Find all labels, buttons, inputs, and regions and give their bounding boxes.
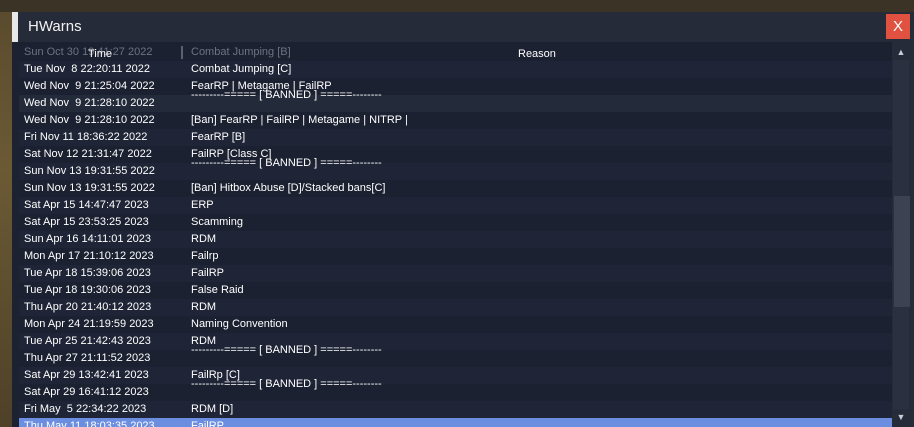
row-time: Wed Nov 9 21:25:04 2022 — [24, 80, 155, 92]
vertical-scrollbar[interactable]: ▲ ▼ — [892, 42, 914, 427]
row-time: Tue Nov 8 22:20:11 2022 — [24, 63, 150, 75]
table-row[interactable]: Wed Nov 9 21:25:04 2022 FearRP | Metagame… — [19, 78, 892, 95]
table-row[interactable]: Sat Apr 15 23:53:25 2023 Scamming — [19, 214, 892, 231]
row-reason: Failrp — [191, 250, 219, 262]
row-reason: [Ban] Hitbox Abuse [D]/Stacked bans[C] — [191, 182, 386, 194]
row-reason: False Raid — [191, 284, 244, 296]
row-time: Sat Apr 29 16:41:12 2023 — [24, 386, 149, 398]
table-row[interactable]: Sat Apr 29 16:41:12 2023 ---------===== [… — [19, 378, 892, 401]
table-row[interactable]: Sat Apr 15 14:47:47 2023 ERP — [19, 197, 892, 214]
column-header-time[interactable]: Time — [88, 48, 112, 60]
row-time: Tue Apr 18 15:39:06 2023 — [24, 267, 151, 279]
table-row[interactable]: Tue Apr 18 19:30:06 2023 False Raid — [19, 282, 892, 299]
row-reason: RDM [D] — [191, 403, 234, 415]
row-time: Sun Apr 16 14:11:01 2023 — [24, 233, 152, 245]
game-background — [0, 0, 914, 12]
table-row[interactable]: Tue Apr 18 15:39:06 2023 FailRP — [19, 265, 892, 282]
table-row[interactable]: Thu Apr 27 21:11:52 2023 ---------===== [… — [19, 344, 892, 367]
close-button[interactable]: X — [886, 14, 910, 39]
table-row[interactable]: Mon Apr 24 21:19:59 2023 Naming Conventio… — [19, 316, 892, 333]
title-accent — [12, 12, 18, 42]
table-row[interactable]: Sat Nov 12 21:31:47 2022 FailRP [Class C] — [19, 146, 892, 163]
hwarns-window: HWarns X Sun Oct 30 19:41:27 2022 Combat … — [12, 12, 914, 427]
row-ban-banner: ---------===== [ BANNED ] =====-------- — [191, 157, 382, 169]
table-row[interactable]: Sat Apr 29 13:42:41 2023 FailRp [C] — [19, 367, 892, 384]
list-header: Time Reason — [19, 42, 892, 61]
table-row[interactable]: Wed Nov 9 21:28:10 2022 [Ban] FearRP | Fa… — [19, 112, 892, 129]
scroll-up-icon[interactable]: ▲ — [894, 45, 908, 59]
title-bar[interactable]: HWarns X — [12, 12, 914, 42]
row-ban-banner: ---------===== [ BANNED ] =====-------- — [191, 378, 382, 390]
row-time: Wed Nov 9 21:28:10 2022 — [24, 114, 155, 126]
table-row[interactable]: Mon Apr 17 21:10:12 2023 Failrp — [19, 248, 892, 265]
row-time: Sat Nov 12 21:31:47 2022 — [24, 148, 152, 160]
row-ban-banner: ---------===== [ BANNED ] =====-------- — [191, 89, 382, 101]
table-row[interactable]: Fri May 5 22:34:22 2023 RDM [D] — [19, 401, 892, 418]
row-time: Sat Apr 29 13:42:41 2023 — [24, 369, 149, 381]
row-time: Fri Nov 11 18:36:22 2022 — [24, 131, 148, 143]
scroll-down-icon[interactable]: ▼ — [894, 410, 908, 424]
table-row[interactable]: Sun Apr 16 14:11:01 2023 RDM — [19, 231, 892, 248]
row-time: Thu May 11 18:03:35 2023 — [24, 420, 155, 427]
row-time: Wed Nov 9 21:28:10 2022 — [24, 97, 155, 109]
row-reason: ERP — [191, 199, 214, 211]
table-row[interactable]: Sun Nov 13 19:31:55 2022 ---------===== [… — [19, 157, 892, 180]
window-title: HWarns — [28, 18, 82, 35]
row-reason: RDM — [191, 301, 217, 313]
row-reason: FailRP — [191, 267, 225, 279]
row-ban-banner: ---------===== [ BANNED ] =====-------- — [191, 344, 382, 356]
table-row[interactable]: Thu May 11 18:03:35 2023 FailRP — [19, 418, 892, 427]
row-time: Tue Apr 25 21:42:43 2023 — [24, 335, 151, 347]
row-time: Sat Apr 15 23:53:25 2023 — [24, 216, 149, 228]
table-row[interactable]: Sun Nov 13 19:31:55 2022 [Ban] Hitbox Abu… — [19, 180, 892, 197]
row-time: Mon Apr 17 21:10:12 2023 — [24, 250, 154, 262]
row-time: Sun Nov 13 19:31:55 2022 — [24, 182, 155, 194]
column-divider[interactable] — [181, 46, 183, 59]
row-time: Sat Apr 15 14:47:47 2023 — [24, 199, 149, 211]
row-time: Thu Apr 20 21:40:12 2023 — [24, 301, 152, 313]
warnings-list[interactable]: Sun Oct 30 19:41:27 2022 Combat Jumping [… — [19, 42, 892, 427]
row-time: Sun Nov 13 19:31:55 2022 — [24, 165, 155, 177]
row-time: Mon Apr 24 21:19:59 2023 — [24, 318, 154, 330]
table-row[interactable]: Thu Apr 20 21:40:12 2023 RDM — [19, 299, 892, 316]
row-reason: Naming Convention — [191, 318, 288, 330]
row-time: Fri May 5 22:34:22 2023 — [24, 403, 147, 415]
row-reason: [Ban] FearRP | FailRP | Metagame | NITRP… — [191, 114, 408, 126]
table-row[interactable]: Fri Nov 11 18:36:22 2022 FearRP [B] — [19, 129, 892, 146]
row-time: Thu Apr 27 21:11:52 2023 — [24, 352, 151, 364]
table-row[interactable]: Tue Apr 25 21:42:43 2023 RDM — [19, 333, 892, 350]
row-reason: Scamming — [191, 216, 243, 228]
table-row[interactable]: Tue Nov 8 22:20:11 2022 Combat Jumping [C… — [19, 61, 892, 78]
row-reason: RDM — [191, 233, 217, 245]
row-reason: Combat Jumping [C] — [191, 63, 292, 75]
scrollbar-track[interactable] — [893, 60, 910, 409]
row-time: Tue Apr 18 19:30:06 2023 — [24, 284, 151, 296]
row-reason: FearRP [B] — [191, 131, 246, 143]
column-header-reason[interactable]: Reason — [518, 48, 556, 60]
row-reason: FailRP — [191, 420, 225, 427]
table-row[interactable]: Wed Nov 9 21:28:10 2022 ---------===== [ … — [19, 89, 892, 112]
scrollbar-thumb[interactable] — [894, 196, 910, 307]
